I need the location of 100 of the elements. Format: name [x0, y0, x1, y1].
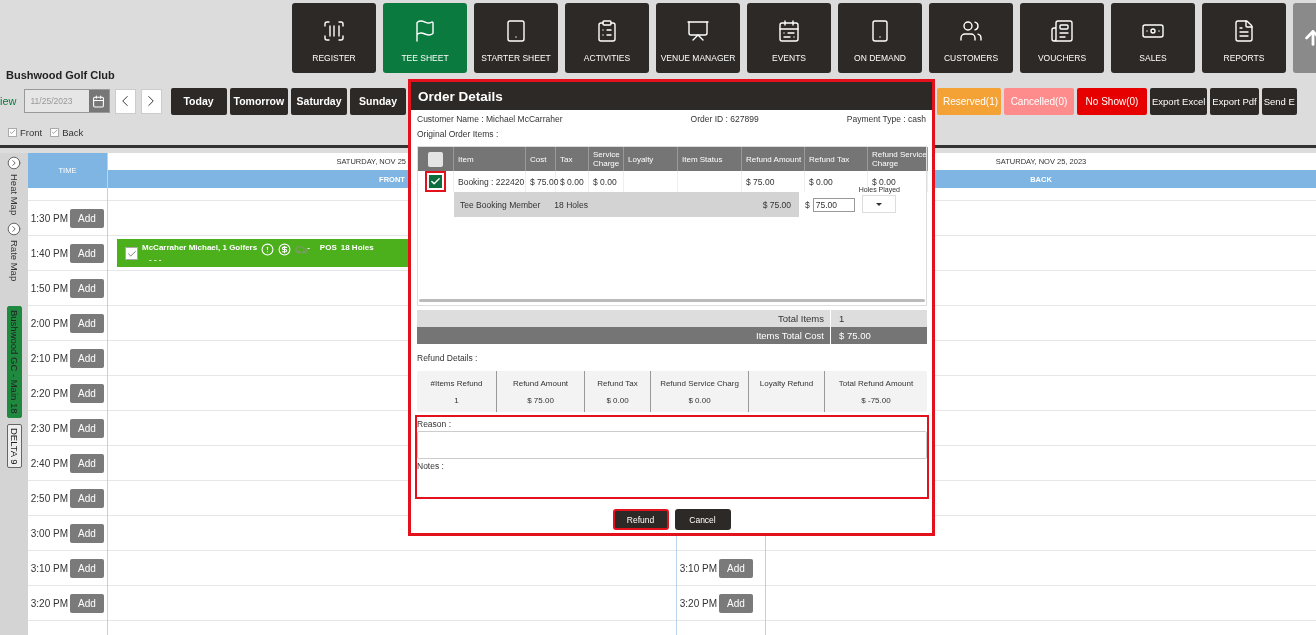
add-button[interactable]: Add — [70, 208, 104, 228]
currency-symbol: $ — [805, 199, 810, 210]
map-toggle-label[interactable]: Heat Map — [8, 174, 20, 218]
nav-button[interactable]: VOUCHERS — [1020, 3, 1104, 73]
expand-icon[interactable] — [7, 222, 21, 236]
add-button[interactable]: Add — [70, 593, 104, 613]
nav-button[interactable]: TEE SHEET — [383, 3, 467, 73]
total-label: Items Total Cost — [417, 327, 831, 344]
column-header: Tax — [556, 147, 589, 171]
add-button[interactable]: Add — [70, 453, 104, 473]
quick-date-button[interactable]: Saturday — [291, 87, 348, 115]
quick-date-button[interactable]: Today — [170, 87, 227, 115]
checkbox[interactable] — [125, 247, 138, 260]
flag-icon — [413, 19, 437, 43]
detail-holes: 18 Holes — [554, 199, 588, 210]
refund-amount-field[interactable]: 75.00 — [812, 197, 855, 212]
quick-date-button[interactable]: Sunday — [350, 87, 407, 115]
checkbox-label: Back — [62, 126, 84, 138]
checkbox[interactable] — [50, 127, 60, 137]
course-tab[interactable]: DELTA 9 — [6, 423, 22, 469]
add-button[interactable]: Add — [70, 523, 104, 543]
clipboard-list-icon — [595, 19, 619, 43]
nav-button[interactable]: STARTER SHEET — [474, 3, 558, 73]
add-button[interactable]: Add — [70, 313, 104, 333]
booking-name: McCarraher Michael, 1 Golfers — [142, 243, 258, 252]
select-all-checkbox[interactable] — [428, 151, 443, 167]
reason-field[interactable] — [417, 431, 927, 459]
dialog-title: Order Details — [411, 82, 932, 110]
summary-label: Loyalty Refund — [759, 378, 814, 388]
column-header: Service Charge — [589, 147, 624, 171]
scrollbar[interactable] — [419, 299, 925, 302]
export-button[interactable]: Export Pdf — [1210, 87, 1259, 115]
notes-label: Notes : — [417, 460, 445, 473]
status-filter-button[interactable]: No Show(0) — [1077, 87, 1147, 115]
add-button[interactable]: Add — [719, 558, 753, 578]
column-header: Cost — [526, 147, 556, 171]
time-label: 2:30 PM — [29, 422, 68, 434]
summary-value: $ -75.00 — [861, 395, 891, 405]
nav-button[interactable]: REPORTS — [1202, 3, 1286, 73]
dollar-icon — [278, 243, 292, 256]
nav-button[interactable]: ON DEMAND — [838, 3, 922, 73]
presentation-icon — [686, 19, 710, 43]
dialog-button[interactable]: Cancel — [674, 509, 731, 530]
reason-label: Reason : — [417, 418, 453, 431]
cart-status: - — [307, 243, 310, 252]
nav-button[interactable]: CUSTOMERS — [929, 3, 1013, 73]
add-button[interactable]: Add — [70, 278, 104, 298]
customer-name: Customer Name : Michael McCarraher — [417, 114, 563, 124]
previous-day-button[interactable] — [114, 88, 136, 114]
export-button[interactable]: Export Excel — [1150, 87, 1208, 115]
expand-icon[interactable] — [7, 156, 21, 170]
time-label: 3:10 PM — [678, 562, 717, 574]
summary-value: $ 0.00 — [606, 395, 629, 405]
next-day-button[interactable] — [140, 88, 162, 114]
row-checkbox[interactable] — [427, 173, 444, 190]
nav-button[interactable]: REGISTER — [292, 3, 376, 73]
add-button[interactable]: Add — [70, 383, 104, 403]
time-label: 2:40 PM — [29, 457, 68, 469]
add-button[interactable]: Add — [70, 243, 104, 263]
summary-label: Refund Amount — [512, 378, 569, 388]
nav-button[interactable]: VENUE MANAGER — [656, 3, 740, 73]
summary-label: Refund Service Charg — [660, 378, 739, 388]
caret-icon — [876, 202, 883, 206]
detail-price: $ 75.00 — [762, 199, 791, 210]
time-label: 1:50 PM — [29, 282, 68, 294]
checkbox[interactable] — [8, 127, 17, 137]
section-label: Original Order Items : — [417, 127, 500, 141]
check-icon — [126, 248, 137, 259]
check-icon — [9, 128, 16, 136]
column-header: Loyalty — [624, 147, 678, 171]
course-tab[interactable]: Bushwood GC - Main 18 — [6, 306, 22, 418]
column-header: Refund Service Charge — [868, 147, 928, 171]
export-button[interactable]: Send E — [1261, 87, 1297, 115]
summary-value: $ 0.00 — [688, 395, 711, 405]
time-label: 2:00 PM — [29, 317, 68, 329]
booking-source: POS — [319, 243, 337, 252]
holes-played-dropdown[interactable] — [862, 195, 897, 213]
add-button[interactable]: Add — [70, 418, 104, 438]
detail-description: Tee Booking Member — [460, 199, 541, 210]
newspaper-icon — [1050, 19, 1074, 43]
add-button[interactable]: Add — [719, 593, 753, 613]
map-toggle-label[interactable]: Rate Map — [8, 240, 20, 284]
users-icon — [959, 19, 983, 43]
nav-button[interactable]: ACTIVITIES — [565, 3, 649, 73]
add-button[interactable]: Add — [70, 488, 104, 508]
section-label: Refund Details : — [417, 351, 479, 365]
nav-button[interactable]: SALES — [1111, 3, 1195, 73]
column-header: Item Status — [678, 147, 742, 171]
quick-date-button[interactable]: Tomorrow — [229, 87, 289, 115]
total-value: $ 75.00 — [838, 329, 871, 343]
time-label: 1:30 PM — [29, 212, 68, 224]
barcode-scanner-icon — [322, 19, 346, 43]
document-icon — [1232, 19, 1256, 43]
add-button[interactable]: Add — [70, 348, 104, 368]
dialog-button[interactable]: Refund — [612, 509, 669, 530]
add-button[interactable]: Add — [70, 558, 104, 578]
club-name: Bushwood Golf Club — [6, 69, 116, 83]
nav-button[interactable]: EVENTS — [747, 3, 831, 73]
time-label: 2:10 PM — [29, 352, 68, 364]
column-header: Refund Tax — [805, 147, 868, 171]
